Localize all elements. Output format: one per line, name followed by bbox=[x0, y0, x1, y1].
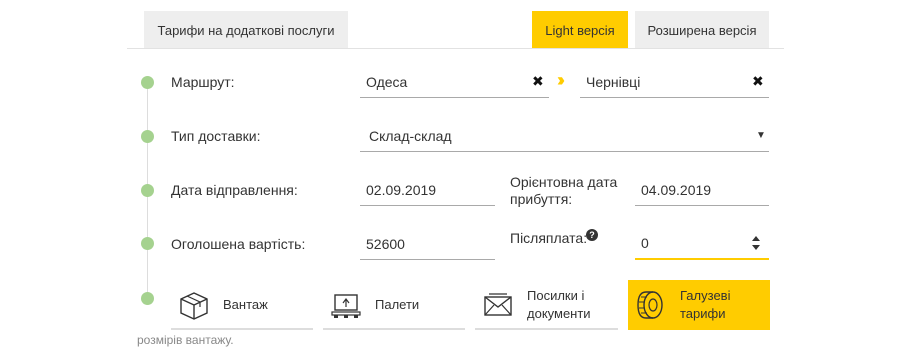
timeline-dot bbox=[141, 130, 154, 143]
declared-value-label: Оголошена вартість: bbox=[171, 236, 306, 252]
send-date-label: Дата відправлення: bbox=[171, 182, 298, 198]
timeline-dot bbox=[141, 292, 154, 305]
send-date-value: 02.09.2019 bbox=[366, 181, 437, 198]
route-to-input[interactable]: Чернівці bbox=[580, 66, 769, 98]
tab-extended-version[interactable]: Розширена версія bbox=[635, 11, 769, 49]
tab-extended-version-label: Розширена версія bbox=[647, 22, 757, 38]
route-from-input[interactable]: Одеса bbox=[360, 66, 549, 98]
tab-light-version[interactable]: Light версія bbox=[532, 11, 628, 49]
cod-value: 0 bbox=[641, 234, 649, 251]
number-stepper-icon[interactable] bbox=[752, 236, 760, 250]
arrival-date-label: Орієнтовна дата прибуття: bbox=[510, 174, 618, 207]
arrival-date-value: 04.09.2019 bbox=[641, 181, 712, 198]
cargo-type-parcels-documents[interactable]: Посилки і документи bbox=[475, 280, 618, 330]
close-icon[interactable]: ✖ bbox=[532, 73, 544, 90]
pallet-icon bbox=[331, 294, 361, 318]
send-date-input[interactable]: 02.09.2019 bbox=[360, 174, 495, 206]
cod-input[interactable]: 0 bbox=[635, 227, 769, 260]
box-icon bbox=[180, 292, 208, 320]
tab-extra-services-label: Тарифи на додаткові послуги bbox=[157, 22, 335, 38]
envelope-icon bbox=[484, 293, 512, 316]
cargo-type-underline bbox=[171, 328, 313, 330]
delivery-type-select[interactable]: Склад-склад bbox=[360, 120, 769, 152]
cargo-type-industry-tariffs-label: Галузеві тарифи bbox=[680, 288, 731, 321]
timeline-dot bbox=[141, 237, 154, 250]
cargo-type-underline bbox=[475, 328, 618, 330]
tabs-divider bbox=[127, 48, 784, 49]
cargo-type-parcels-documents-label: Посилки і документи bbox=[527, 288, 591, 321]
cargo-type-pallets-label: Палети bbox=[375, 297, 420, 312]
cod-label: Післяплата: bbox=[510, 230, 588, 246]
tire-icon bbox=[637, 291, 663, 319]
cargo-type-freight[interactable]: Вантаж bbox=[171, 280, 313, 330]
tab-light-version-label: Light версія bbox=[545, 22, 615, 38]
question-circle-icon[interactable]: ? bbox=[586, 229, 598, 241]
double-chevron-right-icon: ›› bbox=[557, 70, 565, 90]
route-label: Маршрут: bbox=[171, 74, 235, 90]
delivery-type-value: Склад-склад bbox=[369, 127, 452, 144]
arrival-date-input[interactable]: 04.09.2019 bbox=[635, 174, 769, 206]
declared-value-input[interactable]: 52600 bbox=[360, 228, 495, 260]
route-from-value: Одеса bbox=[366, 73, 408, 90]
declared-value-value: 52600 bbox=[366, 235, 405, 252]
cargo-type-underline bbox=[323, 328, 465, 330]
cargo-type-industry-tariffs[interactable]: Галузеві тарифи bbox=[628, 280, 770, 330]
tab-extra-services[interactable]: Тарифи на додаткові послуги bbox=[144, 11, 348, 49]
timeline-dot bbox=[141, 76, 154, 89]
route-to-value: Чернівці bbox=[586, 73, 641, 90]
footer-note: розмірів вантажу. bbox=[137, 333, 234, 347]
cargo-type-freight-label: Вантаж bbox=[223, 297, 268, 312]
close-icon[interactable]: ✖ bbox=[752, 73, 764, 90]
cargo-type-pallets[interactable]: Палети bbox=[323, 280, 465, 330]
chevron-down-icon: ▼ bbox=[756, 130, 766, 141]
timeline-dot bbox=[141, 184, 154, 197]
delivery-type-label: Тип доставки: bbox=[171, 128, 261, 144]
